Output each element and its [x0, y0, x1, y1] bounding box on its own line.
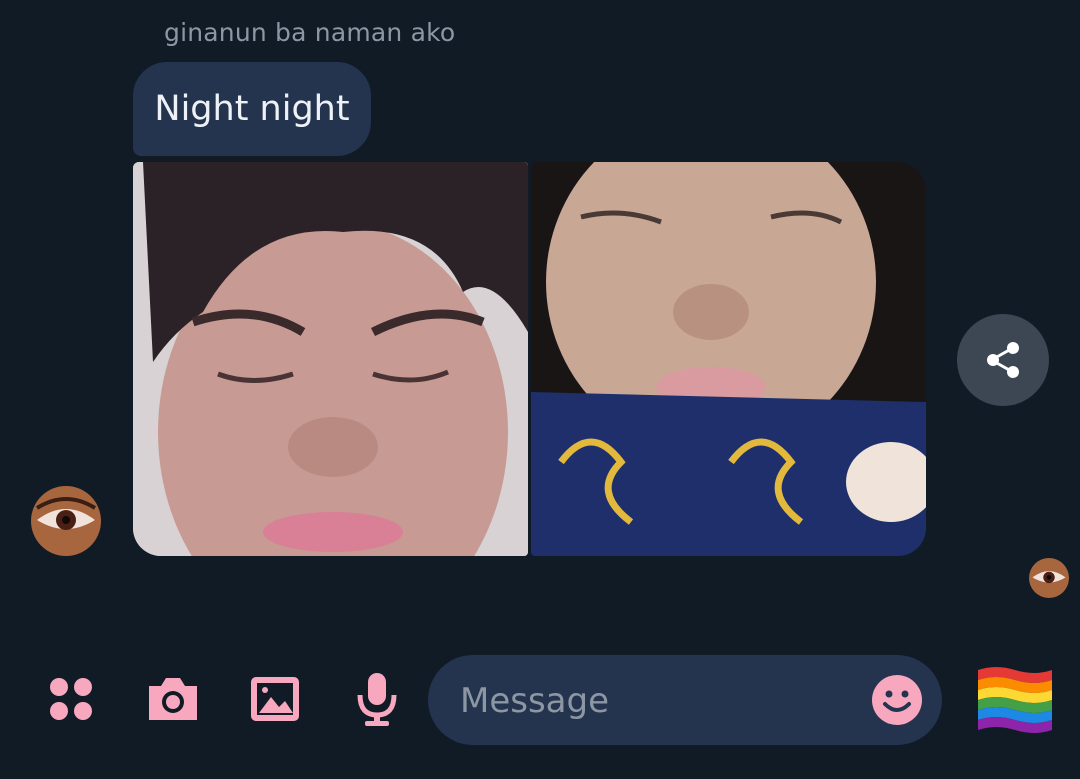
message-bubble[interactable]: Night night [133, 62, 371, 156]
apps-grid-icon [50, 678, 92, 720]
gallery-button[interactable] [244, 668, 306, 730]
read-receipt-avatar [1029, 558, 1069, 598]
camera-icon [149, 678, 197, 720]
rainbow-flag-icon [978, 667, 1052, 733]
message-composer [428, 655, 942, 745]
sleeping-girl-photo[interactable] [531, 162, 926, 556]
message-text: Night night [154, 89, 350, 129]
message-input[interactable] [458, 679, 852, 723]
previous-message-text: ginanun ba naman ako [164, 18, 456, 47]
contact-avatar[interactable] [31, 486, 101, 556]
mic-icon [357, 673, 397, 726]
camera-button[interactable] [142, 668, 204, 730]
sticker-button[interactable] [976, 664, 1054, 734]
apps-button[interactable] [40, 668, 102, 730]
share-button[interactable] [957, 314, 1049, 406]
gallery-icon [251, 677, 299, 721]
sleeping-boy-photo[interactable] [133, 162, 528, 556]
share-icon [987, 342, 1019, 378]
smiley-icon [872, 675, 922, 725]
voice-message-button[interactable] [346, 668, 408, 730]
emoji-button[interactable] [871, 674, 923, 726]
